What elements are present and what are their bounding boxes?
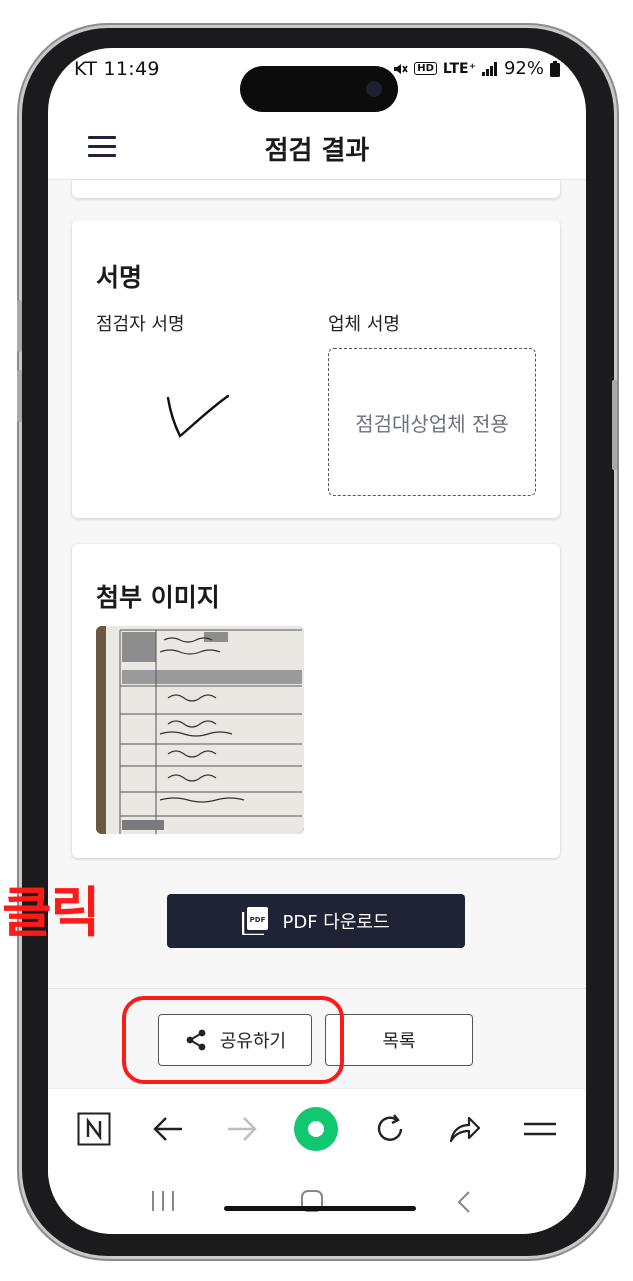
battery-icon xyxy=(550,60,560,77)
carrier-time: KT 11:49 xyxy=(74,58,160,80)
green-home-icon[interactable] xyxy=(292,1105,340,1153)
home-indicator[interactable] xyxy=(224,1206,416,1211)
dynamic-island xyxy=(240,66,398,112)
network-label: LTE⁺ xyxy=(442,60,476,77)
attachment-card: 첨부 이미지 xyxy=(72,544,560,858)
app-header: 점검 결과 xyxy=(48,116,586,180)
inspector-signature-image xyxy=(166,394,230,438)
camera-icon xyxy=(366,81,382,97)
status-icons: HD LTE⁺ 92% xyxy=(392,58,560,79)
power-button xyxy=(612,380,617,470)
volume-button xyxy=(17,370,22,422)
list-button[interactable]: 목록 xyxy=(325,1014,473,1066)
content-area[interactable]: 서명 점검자 서명 업체 서명 점검대상업체 전용 첨부 이미지 PDF PDF… xyxy=(48,180,586,1100)
browser-toolbar xyxy=(48,1088,586,1168)
pdf-icon: PDF xyxy=(242,907,269,935)
company-signature-box[interactable]: 점검대상업체 전용 xyxy=(328,348,536,496)
volume-button xyxy=(17,300,22,352)
recent-apps-icon[interactable] xyxy=(150,1190,176,1212)
system-nav-bar xyxy=(48,1168,586,1234)
svg-text:PDF: PDF xyxy=(250,916,266,924)
click-annotation-label: 클릭 xyxy=(2,881,100,944)
forward-arrow-icon[interactable] xyxy=(222,1109,262,1149)
company-signature-label: 업체 서명 xyxy=(328,314,400,335)
back-arrow-icon[interactable] xyxy=(148,1109,188,1149)
share-highlight-box xyxy=(122,996,344,1084)
share-arrow-icon[interactable] xyxy=(444,1109,484,1149)
list-label: 목록 xyxy=(382,1031,416,1052)
reload-icon[interactable] xyxy=(370,1109,410,1149)
document-photo xyxy=(96,626,304,834)
hd-icon: HD xyxy=(414,62,437,75)
battery-percent: 92% xyxy=(503,58,544,79)
back-nav-icon[interactable] xyxy=(456,1190,472,1214)
naver-n-icon[interactable] xyxy=(74,1109,114,1149)
divider xyxy=(48,988,586,989)
signature-title: 서명 xyxy=(96,263,143,292)
signal-icon xyxy=(481,61,497,76)
mute-icon xyxy=(394,63,408,74)
pdf-download-button[interactable]: PDF PDF 다운로드 xyxy=(167,894,465,948)
pdf-download-label: PDF 다운로드 xyxy=(282,912,390,933)
attachment-title: 첨부 이미지 xyxy=(96,583,220,612)
page-title: 점검 결과 xyxy=(264,136,370,166)
attachment-thumbnail[interactable] xyxy=(96,626,304,834)
inspector-signature-label: 점검자 서명 xyxy=(96,314,185,335)
previous-card xyxy=(72,180,560,198)
signature-card: 서명 점검자 서명 업체 서명 점검대상업체 전용 xyxy=(72,220,560,518)
menu-icon[interactable] xyxy=(520,1109,560,1149)
